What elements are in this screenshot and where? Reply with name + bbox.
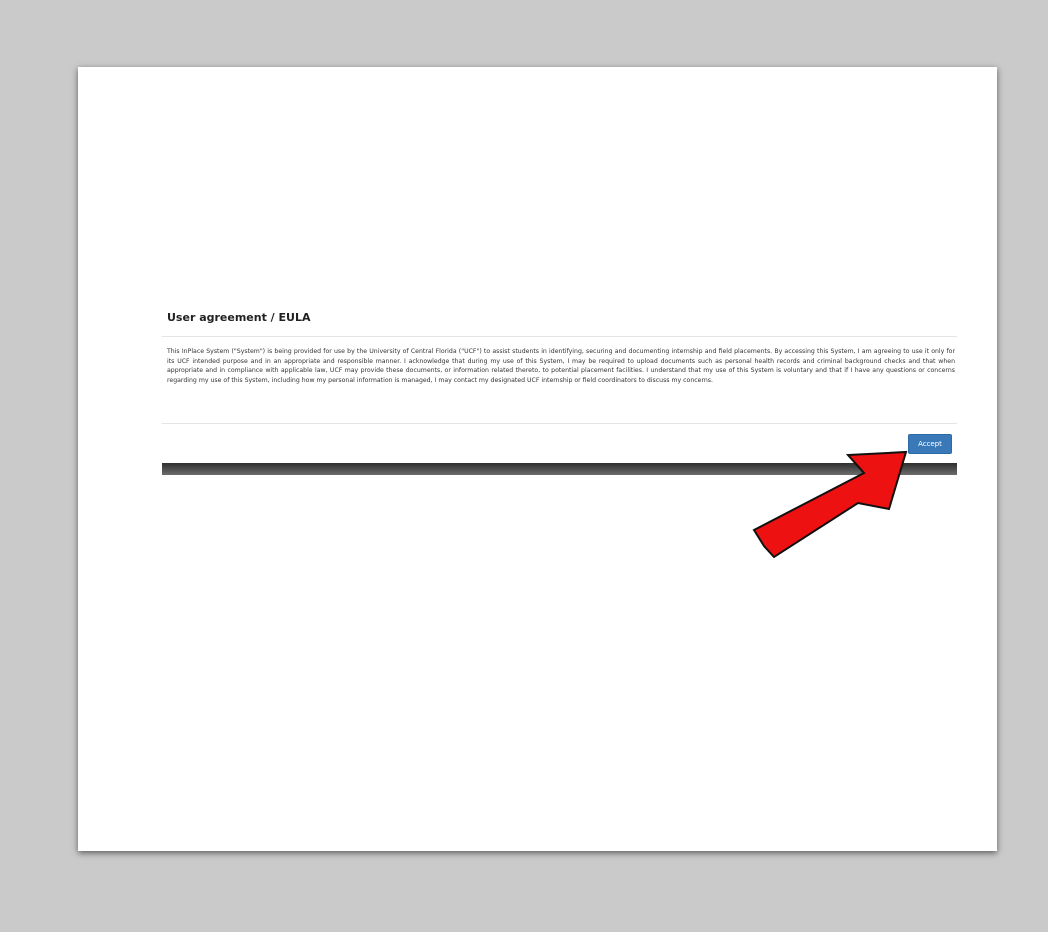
agreement-text: This InPlace System ("System") is being … <box>167 348 955 384</box>
red-arrow-icon <box>752 450 908 559</box>
footer-divider <box>162 423 957 424</box>
red-arrow-shape <box>752 450 908 559</box>
dialog-title: User agreement / EULA <box>167 311 311 324</box>
title-divider <box>162 336 957 337</box>
